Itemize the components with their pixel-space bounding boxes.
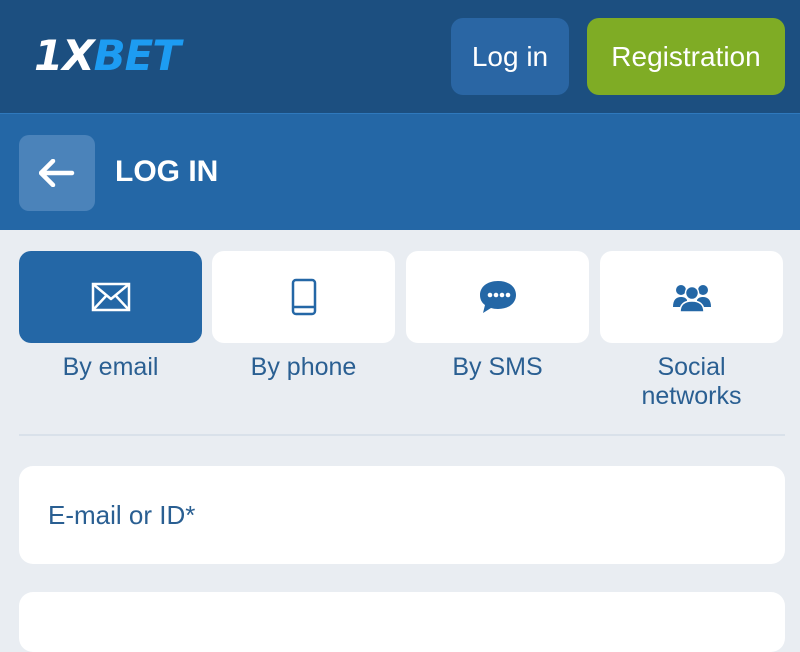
logo[interactable]: 1XBET (34, 28, 181, 84)
tab-by-phone[interactable] (212, 251, 395, 343)
tab-label-by-email[interactable]: By email (19, 353, 202, 382)
arrow-left-icon (39, 159, 75, 187)
logo-text-bet: BET (93, 31, 181, 80)
page-title: LOG IN (115, 155, 219, 188)
tab-by-email[interactable] (19, 251, 202, 343)
tab-label-by-phone[interactable]: By phone (212, 353, 395, 382)
logo-text-1x: 1X (34, 31, 95, 80)
email-or-id-input[interactable] (19, 466, 785, 564)
tab-by-sms[interactable] (406, 251, 589, 343)
chat-bubble-icon (479, 281, 516, 313)
login-button[interactable]: Log in (451, 18, 569, 95)
login-header-bar: LOG IN (0, 113, 800, 230)
next-field-container[interactable] (19, 592, 785, 652)
tab-label-social-networks[interactable]: Social networks (600, 353, 783, 411)
back-button[interactable] (19, 135, 95, 211)
registration-button[interactable]: Registration (587, 18, 785, 95)
top-bar: 1XBET Log in Registration (0, 0, 800, 113)
envelope-icon (91, 282, 130, 312)
tab-social-networks[interactable] (600, 251, 783, 343)
email-field-container (19, 466, 785, 564)
tab-label-by-sms[interactable]: By SMS (406, 353, 589, 382)
divider (19, 434, 785, 436)
phone-icon (291, 278, 316, 316)
users-icon (672, 285, 711, 313)
